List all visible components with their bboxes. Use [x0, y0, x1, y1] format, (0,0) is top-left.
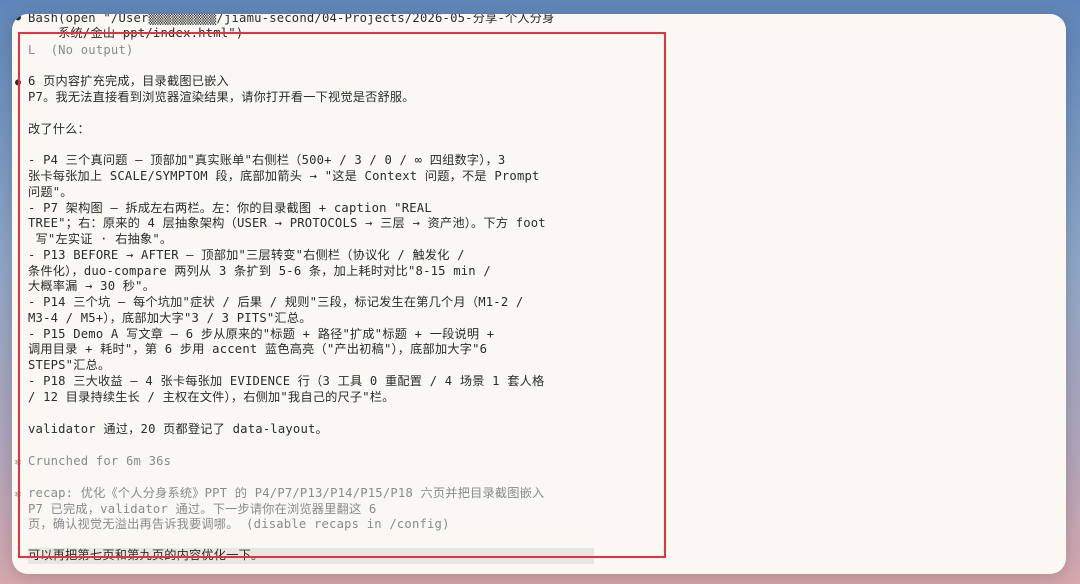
tool-bullet-icon: ●: [15, 14, 22, 23]
recap-line: 页，确认视觉无溢出再告诉我要调哪。 (disable recaps in /co…: [28, 517, 450, 531]
terminal-window: ● Bash(open "/User▒▒▒▒▒▒▒▒▒/jiamu-second…: [12, 14, 1066, 574]
message-line: 写"左实证 · 右抽象"。: [28, 232, 173, 246]
message-line: 条件化），duo-compare 两列从 3 条扩到 5-6 条，加上耗时对比"…: [28, 264, 491, 278]
recap-line: recap: 优化《个人分身系统》PPT 的 P4/P7/P13/P14/P15…: [28, 486, 545, 500]
terminal-output: ● Bash(open "/User▒▒▒▒▒▒▒▒▒/jiamu-second…: [12, 14, 1066, 574]
message-line: 问题"。: [28, 185, 73, 199]
message-line: / 12 目录持续生长 / 主权在文件），右侧加"我自己的尺子"栏。: [28, 390, 395, 404]
message-line: - P7 架构图 — 拆成左右两栏。左：你的目录截图 + caption "RE…: [28, 201, 432, 215]
message-line: 改了什么：: [28, 122, 90, 136]
message-line: validator 通过，20 页都登记了 data-layout。: [28, 422, 328, 436]
message-line: 6 页内容扩充完成，目录截图已嵌入: [28, 74, 229, 88]
bash-command-line-2: 系统/金山 ppt/index.html"): [28, 26, 244, 40]
no-output-line: L (No output): [28, 43, 134, 57]
prompt-input-text[interactable]: 可以再把第七页和第九页的内容优化一下。: [28, 548, 263, 564]
crunched-status: Crunched for 6m 36s: [28, 454, 172, 468]
message-line: - P18 三大收益 — 4 张卡每张加 EVIDENCE 行（3 工具 0 重…: [28, 374, 545, 388]
message-line: P7。我无法直接看到浏览器渲染结果，请你打开看一下视觉是否舒服。: [28, 90, 415, 104]
message-line: - P4 三个真问题 — 顶部加"真实账单"右侧栏（500+ / 3 / 0 /…: [28, 153, 506, 167]
message-line: STEPS"汇总。: [28, 358, 111, 372]
message-line: - P13 BEFORE → AFTER — 顶部加"三层转变"右侧栏（协议化 …: [28, 248, 465, 262]
message-line: - P14 三个坑 — 每个坑加"症状 / 后果 / 规则"三段，标记发生在第几…: [28, 295, 524, 309]
message-line: TREE"；右：原来的 4 层抽象架构（USER → PROTOCOLS → 三…: [28, 216, 546, 230]
recap-line: P7 已完成，validator 通过。下一步请你在浏览器里翻这 6: [28, 502, 377, 516]
crunched-star-icon: ✻: [15, 457, 22, 468]
recap-star-icon: ✻: [15, 489, 22, 500]
message-bullet-icon: ●: [15, 77, 22, 88]
message-line: M3-4 / M5+），底部加大字"3 / 3 PITS"汇总。: [28, 311, 312, 325]
message-line: 调用目录 + 耗时"，第 6 步用 accent 蓝色高亮（"产出初稿"），底部…: [28, 342, 488, 356]
message-line: 张卡每张加上 SCALE/SYMPTOM 段，底部加箭头 → "这是 Conte…: [28, 169, 540, 183]
bash-command-line-1: Bash(open "/User▒▒▒▒▒▒▒▒▒/jiamu-second/0…: [28, 14, 555, 25]
message-line: - P15 Demo A 写文章 — 6 步从原来的"标题 + 路径"扩成"标题…: [28, 327, 495, 341]
message-line: 大概率漏 → 30 秒"。: [28, 279, 156, 293]
